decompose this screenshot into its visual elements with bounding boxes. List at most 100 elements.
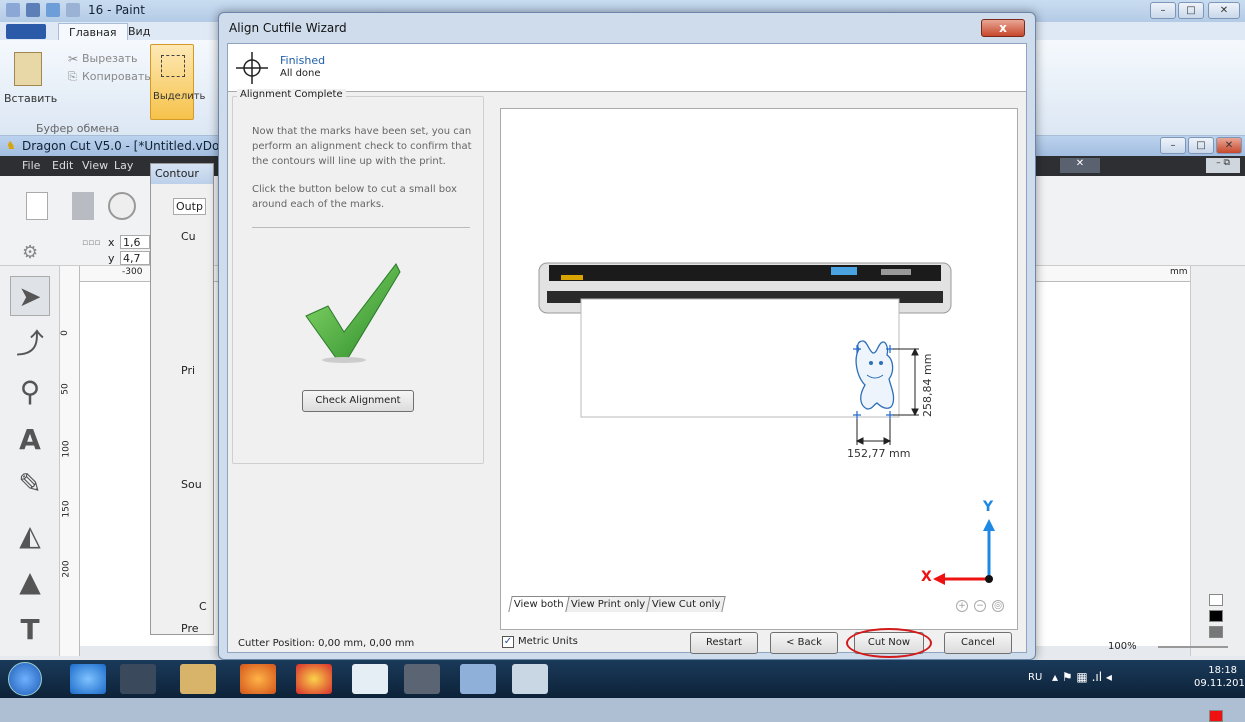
copy-label[interactable]: Копировать bbox=[82, 70, 151, 83]
coord-x-input[interactable]: 1,6 bbox=[120, 235, 150, 249]
wizard-title: Align Cutfile Wizard bbox=[229, 21, 347, 35]
type-tool-icon[interactable]: T bbox=[10, 610, 50, 650]
paste-icon[interactable] bbox=[14, 52, 42, 86]
paste-label[interactable]: Вставить bbox=[4, 92, 57, 105]
wizard-close-button[interactable]: x bbox=[981, 19, 1025, 37]
ruler-top-mark: -300 bbox=[122, 267, 143, 277]
settings-icon[interactable]: ⚙ bbox=[22, 242, 38, 263]
paint-taskbar-icon[interactable] bbox=[460, 664, 496, 694]
dc-maximize-button[interactable]: □ bbox=[1188, 137, 1214, 154]
color-swatch-black[interactable] bbox=[1209, 610, 1223, 622]
divider bbox=[252, 227, 470, 228]
cut-preview-panel: 258,84 mm 152,77 mm Y X bbox=[500, 108, 1018, 630]
minimize-button[interactable]: – bbox=[1150, 2, 1176, 19]
clock-date: 09.11.2015 bbox=[1194, 678, 1245, 689]
open-icon[interactable] bbox=[72, 192, 94, 220]
paint-menu-button[interactable] bbox=[6, 24, 46, 39]
contour-label-pre: Pre bbox=[181, 622, 199, 635]
dragon-icon: ♞ bbox=[6, 139, 16, 152]
wizard-header: Finished All done bbox=[228, 44, 1026, 92]
save-icon[interactable] bbox=[26, 3, 40, 17]
tray-icons[interactable]: ▴ ⚑ ▦ .ıl ◂ bbox=[1052, 670, 1112, 684]
start-button[interactable] bbox=[8, 662, 42, 696]
view-tabs: View both View Print only View Cut only bbox=[508, 596, 727, 612]
cutter-position: Cutter Position: 0,00 mm, 0,00 mm bbox=[238, 638, 415, 649]
contour-label-source: Sou bbox=[181, 478, 202, 491]
dc-minimize-button[interactable]: – bbox=[1160, 137, 1186, 154]
coord-x-label: x bbox=[108, 236, 115, 249]
zoom-level[interactable]: 100% bbox=[1108, 641, 1137, 652]
text-tool-icon[interactable]: A bbox=[10, 420, 50, 460]
clipboard-group-label: Буфер обмена bbox=[36, 122, 120, 135]
menu-layout[interactable]: Lay bbox=[114, 159, 133, 172]
history-icon[interactable] bbox=[108, 192, 136, 220]
maximize-button[interactable]: □ bbox=[1178, 2, 1204, 19]
menu-view[interactable]: View bbox=[82, 159, 108, 172]
tab-view-cut-only[interactable]: View Cut only bbox=[646, 596, 727, 612]
zoom-slider[interactable] bbox=[1158, 646, 1228, 648]
redo-icon[interactable] bbox=[66, 3, 80, 17]
back-button[interactable]: < Back bbox=[770, 632, 838, 654]
metric-units-label[interactable]: Metric Units bbox=[518, 636, 578, 647]
quick-access-toolbar bbox=[6, 3, 80, 17]
check-alignment-button[interactable]: Check Alignment bbox=[302, 390, 414, 412]
contour-tab-output[interactable]: Outp bbox=[173, 198, 206, 215]
app2-icon[interactable] bbox=[404, 664, 440, 694]
scissors-icon: ✂ bbox=[68, 52, 79, 66]
height-dimension-label: 258,84 mm bbox=[921, 353, 934, 417]
instructions-paragraph-2: Click the button below to cut a small bo… bbox=[252, 184, 457, 210]
select-icon bbox=[161, 55, 185, 77]
cut-now-highlight-ring bbox=[846, 628, 932, 658]
ruler-mark-100: 100 bbox=[61, 440, 72, 458]
node-tool-icon[interactable]: ⤴ bbox=[10, 324, 50, 364]
app-icon[interactable] bbox=[352, 664, 388, 694]
menu-file[interactable]: File bbox=[22, 159, 40, 172]
axis-indicator bbox=[933, 519, 995, 585]
color-swatch-red[interactable] bbox=[1209, 710, 1223, 722]
tab-view[interactable]: Вид bbox=[118, 23, 160, 40]
coord-y-input[interactable]: 4,7 bbox=[120, 251, 150, 265]
media-icon[interactable] bbox=[120, 664, 156, 694]
shape-tool-icon[interactable]: ◭ bbox=[10, 516, 50, 556]
zoom-fit-icon[interactable]: ◎ bbox=[992, 600, 1004, 612]
dc-close-button[interactable]: ✕ bbox=[1216, 137, 1242, 154]
doc-close-button[interactable]: ✕ bbox=[1060, 158, 1100, 173]
trace-tool-icon[interactable]: ▲ bbox=[10, 562, 50, 602]
zoom-out-icon[interactable]: − bbox=[974, 600, 986, 612]
color-palette-panel bbox=[1190, 266, 1245, 722]
firefox-icon[interactable] bbox=[240, 664, 276, 694]
metric-units-checkbox[interactable]: ✓ bbox=[502, 636, 514, 648]
pointer-tool-icon[interactable]: ➤ bbox=[10, 276, 50, 316]
color-swatch-gray[interactable] bbox=[1209, 626, 1223, 638]
menu-edit[interactable]: Edit bbox=[52, 159, 73, 172]
color-swatch-white[interactable] bbox=[1209, 594, 1223, 606]
zoom-tool-icon[interactable]: ⚲ bbox=[10, 372, 50, 412]
clock[interactable]: 18:18 09.11.2015 bbox=[1194, 664, 1245, 690]
cut-label[interactable]: Вырезать bbox=[82, 52, 137, 65]
chrome-icon[interactable] bbox=[296, 664, 332, 694]
dragon-cut-taskbar-icon[interactable] bbox=[512, 664, 548, 694]
align-cutfile-wizard: Align Cutfile Wizard x Finished All done… bbox=[218, 12, 1036, 660]
language-indicator[interactable]: RU bbox=[1028, 672, 1042, 683]
plotter-preview bbox=[538, 262, 995, 585]
zoom-in-icon[interactable]: + bbox=[956, 600, 968, 612]
group-label: Alignment Complete bbox=[237, 89, 346, 100]
tab-view-both[interactable]: View both bbox=[508, 596, 570, 612]
ie-icon[interactable] bbox=[70, 664, 106, 694]
new-document-icon[interactable] bbox=[26, 192, 48, 220]
preview-zoom-controls: + − ◎ bbox=[956, 600, 1004, 612]
cancel-button[interactable]: Cancel bbox=[944, 632, 1012, 654]
select-button[interactable]: Выделить bbox=[150, 44, 205, 120]
tab-view-print-only[interactable]: View Print only bbox=[564, 596, 651, 612]
width-dimension-label: 152,77 mm bbox=[847, 447, 911, 460]
undo-icon[interactable] bbox=[46, 3, 60, 17]
restart-button[interactable]: Restart bbox=[690, 632, 758, 654]
contour-label-print: Pri bbox=[181, 364, 196, 377]
dragon-cut-title: Dragon Cut V5.0 - [*Untitled.vDoc bbox=[22, 139, 226, 153]
explorer-icon[interactable] bbox=[180, 664, 216, 694]
close-button[interactable]: ✕ bbox=[1208, 2, 1240, 19]
paint-app-icon[interactable] bbox=[6, 3, 20, 17]
doc-window-buttons[interactable]: – ⧉ bbox=[1206, 158, 1240, 173]
contour-label-cut: Cu bbox=[181, 230, 196, 243]
pen-tool-icon[interactable]: ✎ bbox=[10, 464, 50, 504]
